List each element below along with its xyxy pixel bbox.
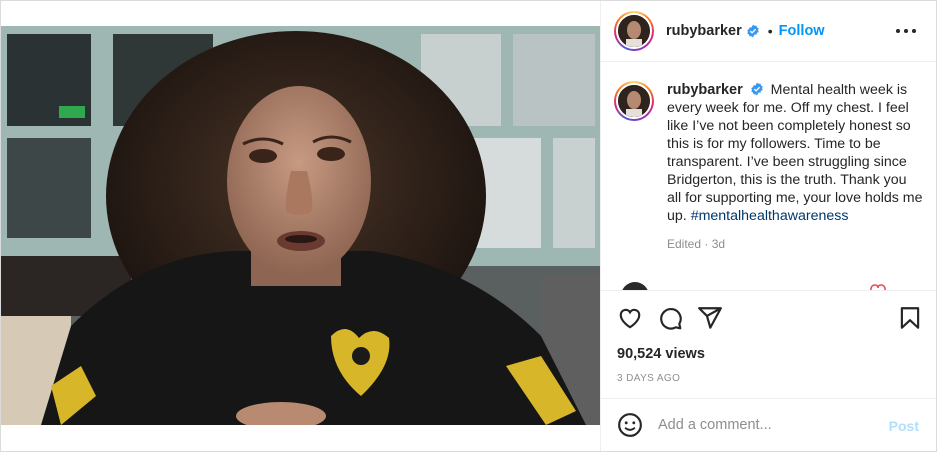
caption-comment: rubybarker Mental health week is every w… bbox=[614, 81, 924, 251]
verified-badge-icon bbox=[747, 24, 759, 38]
header-user-info: rubybarker • Follow bbox=[666, 23, 825, 39]
post-side-panel: rubybarker • Follow rubybarker Mental he… bbox=[600, 1, 936, 451]
caption-author-avatar[interactable] bbox=[614, 81, 654, 121]
post-time-ago[interactable]: 3 DAYS AGO bbox=[617, 373, 680, 384]
author-avatar[interactable] bbox=[614, 11, 654, 51]
action-bar bbox=[617, 305, 922, 331]
post-video[interactable] bbox=[1, 26, 600, 425]
post-actions-section: 90,524 views 3 DAYS AGO bbox=[601, 290, 936, 397]
comment-like-heart-icon[interactable] bbox=[869, 283, 887, 290]
more-options-icon[interactable] bbox=[896, 19, 916, 43]
view-count[interactable]: 90,524 views bbox=[617, 346, 705, 362]
caption-body: rubybarker Mental health week is every w… bbox=[667, 81, 924, 251]
verified-badge-icon bbox=[751, 82, 763, 96]
author-username[interactable]: rubybarker bbox=[666, 23, 742, 39]
caption-username[interactable]: rubybarker bbox=[667, 82, 743, 98]
follow-button[interactable]: Follow bbox=[779, 23, 825, 39]
avatar-image bbox=[616, 13, 652, 49]
media-bottom-padding bbox=[1, 425, 600, 451]
post-header: rubybarker • Follow bbox=[601, 1, 936, 62]
next-comment-avatar[interactable] bbox=[621, 282, 649, 290]
smiley-icon[interactable] bbox=[617, 412, 643, 438]
caption-message: Mental health week is every week for me.… bbox=[667, 82, 923, 224]
bookmark-icon[interactable] bbox=[897, 305, 923, 331]
video-frame-image bbox=[1, 26, 600, 425]
separator-dot: • bbox=[767, 23, 773, 39]
comment-bubble-icon[interactable] bbox=[657, 305, 683, 331]
media-top-padding bbox=[1, 1, 600, 26]
paper-plane-icon[interactable] bbox=[697, 305, 723, 331]
post-comment-button[interactable]: Post bbox=[889, 418, 919, 434]
comment-input[interactable] bbox=[658, 417, 868, 433]
heart-icon[interactable] bbox=[617, 305, 643, 331]
hashtag-link[interactable]: #mentalhealthawareness bbox=[691, 208, 849, 224]
edited-timestamp: Edited · 3d bbox=[667, 237, 726, 251]
comments-area[interactable]: rubybarker Mental health week is every w… bbox=[601, 63, 936, 290]
add-comment-form: Post bbox=[601, 398, 936, 451]
avatar-image bbox=[616, 83, 652, 119]
caption-text: rubybarker Mental health week is every w… bbox=[667, 81, 924, 225]
